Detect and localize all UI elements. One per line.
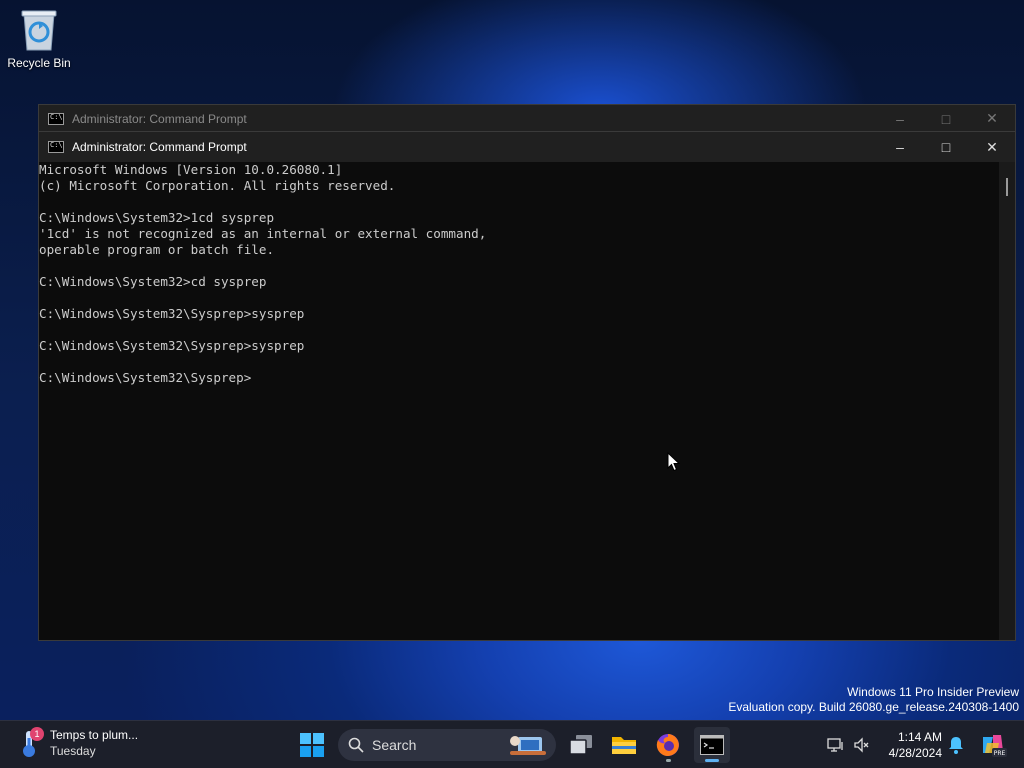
vertical-scrollbar[interactable] bbox=[999, 162, 1015, 640]
watermark-line-1: Windows 11 Pro Insider Preview bbox=[847, 685, 1019, 699]
close-button[interactable]: ✕ bbox=[969, 132, 1015, 162]
clock-date: 4/28/2024 bbox=[888, 746, 942, 760]
clock-time: 1:14 AM bbox=[897, 730, 942, 744]
search-icon bbox=[348, 737, 364, 753]
bell-icon bbox=[949, 737, 963, 754]
task-view-icon bbox=[569, 735, 592, 755]
window-title: Administrator: Command Prompt bbox=[72, 140, 247, 154]
network-icon bbox=[827, 738, 843, 752]
notifications-button[interactable] bbox=[940, 727, 972, 763]
console-output[interactable]: Microsoft Windows [Version 10.0.26080.1]… bbox=[39, 162, 999, 640]
weather-title: Temps to plum... bbox=[50, 728, 139, 742]
volume-muted-icon bbox=[854, 737, 869, 753]
command-prompt-icon bbox=[48, 141, 64, 153]
console-text: Microsoft Windows [Version 10.0.26080.1]… bbox=[39, 162, 487, 385]
close-button[interactable]: ✕ bbox=[969, 105, 1015, 132]
recycle-bin-icon bbox=[21, 10, 57, 51]
window-title: Administrator: Command Prompt bbox=[72, 111, 247, 126]
weather-subtitle: Tuesday bbox=[50, 744, 96, 758]
mouse-pointer-icon bbox=[667, 452, 681, 472]
command-prompt-icon bbox=[48, 112, 64, 125]
copilot-badge-text: PRE bbox=[994, 750, 1006, 757]
firefox-icon bbox=[656, 734, 679, 756]
copilot-icon: PRE bbox=[983, 735, 1007, 757]
windows-logo-icon bbox=[300, 733, 324, 757]
maximize-button[interactable]: □ bbox=[923, 132, 969, 162]
notification-badge: 1 bbox=[30, 727, 44, 741]
taskbar: 1 Temps to plum... Tuesday Search 1:14 A… bbox=[0, 720, 1024, 768]
minimize-button[interactable]: – bbox=[877, 132, 923, 162]
evaluation-watermark: Windows 11 Pro Insider Preview Evaluatio… bbox=[728, 685, 1019, 715]
folder-icon bbox=[612, 737, 636, 754]
task-view-button[interactable] bbox=[563, 727, 599, 763]
window-titlebar[interactable]: Administrator: Command Prompt – □ ✕ bbox=[39, 105, 1015, 132]
search-box[interactable]: Search bbox=[338, 729, 556, 761]
window-titlebar[interactable]: Administrator: Command Prompt – □ ✕ bbox=[39, 132, 1015, 162]
command-prompt-taskbar-button[interactable] bbox=[694, 727, 730, 763]
command-prompt-icon bbox=[700, 735, 724, 755]
search-placeholder: Search bbox=[372, 737, 417, 753]
file-explorer-button[interactable] bbox=[606, 727, 642, 763]
maximize-button[interactable]: □ bbox=[923, 105, 969, 132]
scrollbar-thumb[interactable] bbox=[1006, 178, 1008, 196]
recycle-bin-shortcut[interactable]: Recycle Bin bbox=[6, 8, 72, 70]
minimize-button[interactable]: – bbox=[877, 105, 923, 132]
recycle-bin-label: Recycle Bin bbox=[7, 56, 71, 70]
command-prompt-window[interactable]: Administrator: Command Prompt – □ ✕ Micr… bbox=[38, 131, 1016, 641]
copilot-button[interactable]: PRE bbox=[975, 727, 1011, 763]
search-highlight-icon bbox=[510, 736, 546, 755]
clock[interactable]: 1:14 AM 4/28/2024 bbox=[880, 729, 942, 761]
start-button[interactable] bbox=[294, 727, 330, 763]
weather-widget[interactable]: 1 Temps to plum... Tuesday bbox=[18, 727, 138, 759]
volume-button[interactable] bbox=[846, 727, 878, 763]
firefox-button[interactable] bbox=[650, 727, 686, 763]
watermark-line-2: Evaluation copy. Build 26080.ge_release.… bbox=[728, 700, 1019, 714]
